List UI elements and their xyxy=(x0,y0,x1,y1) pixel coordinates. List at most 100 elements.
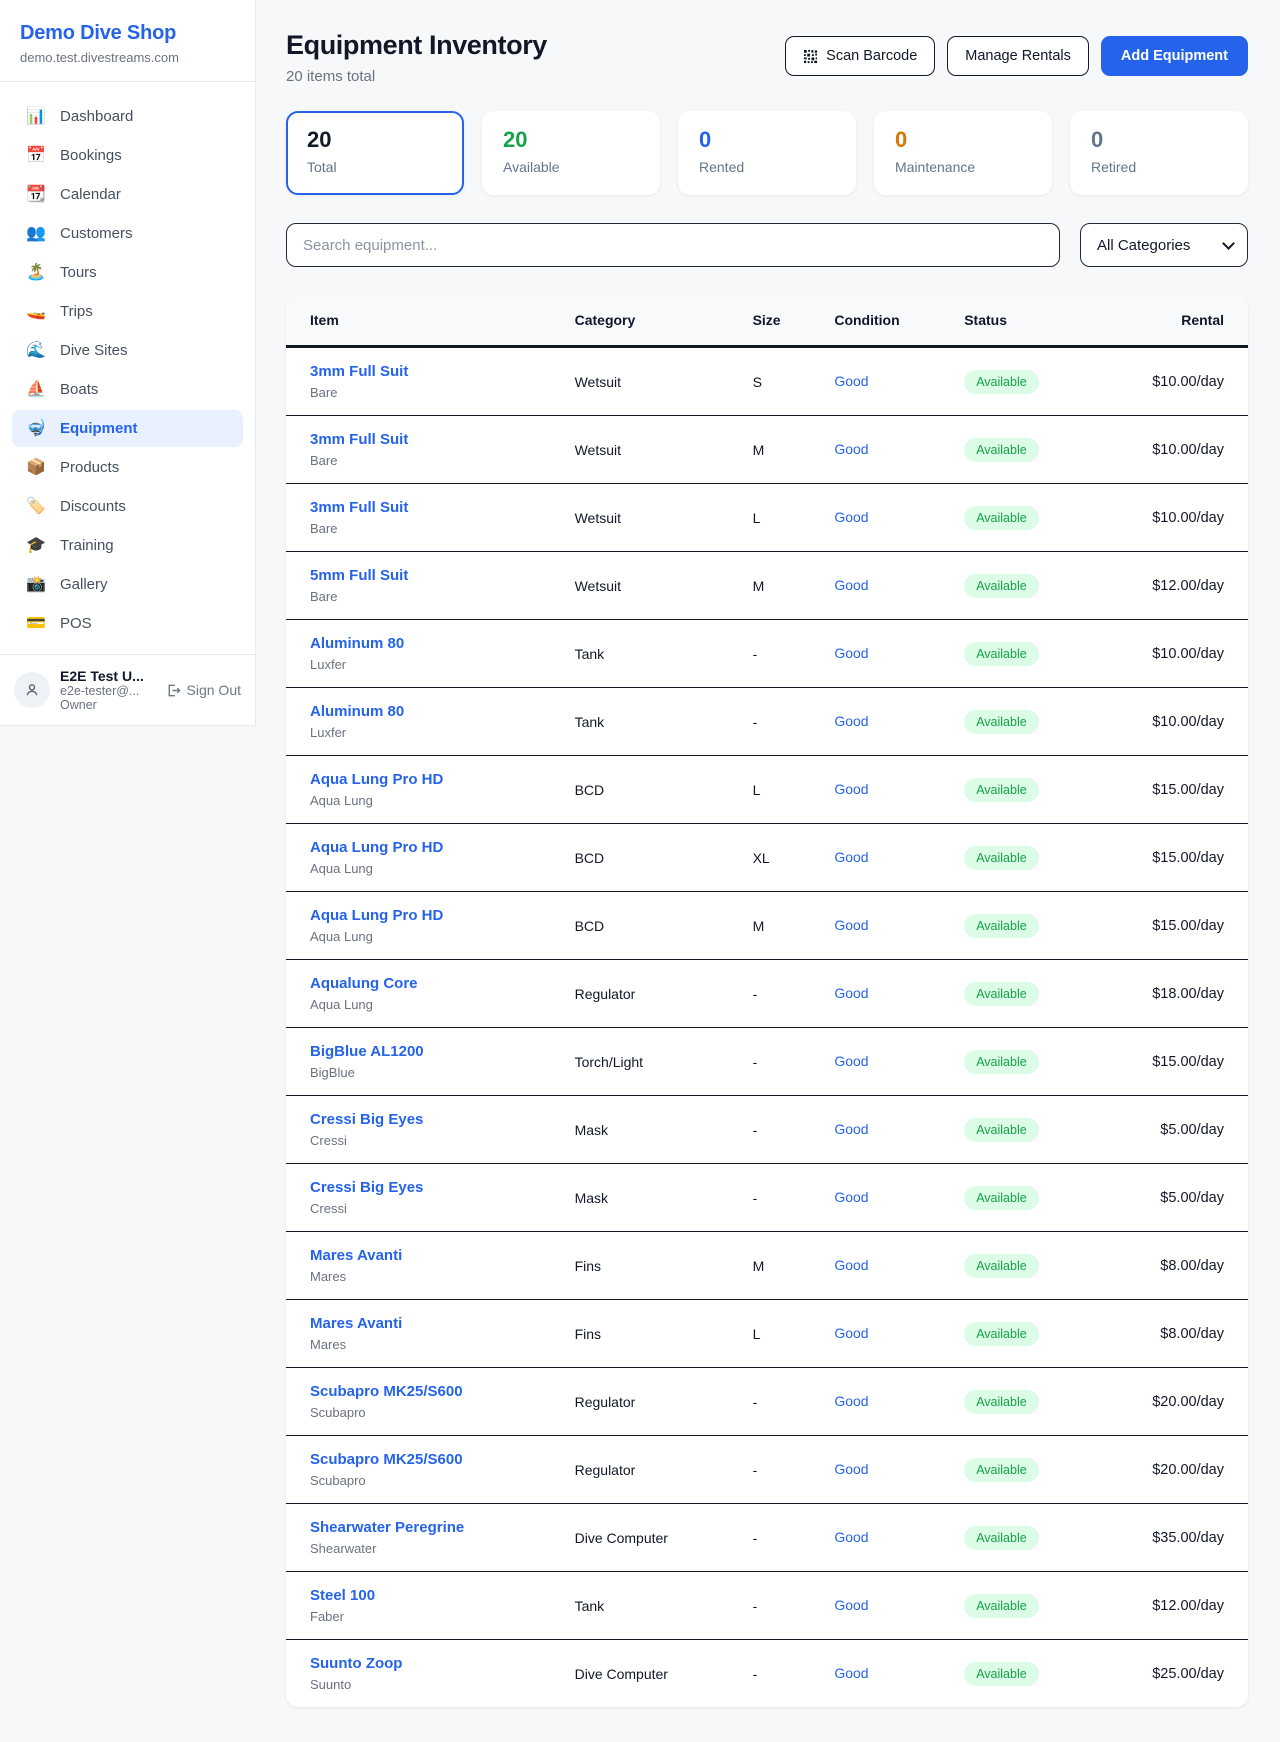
item-name-link[interactable]: Mares Avanti xyxy=(310,1247,402,1264)
item-condition-link[interactable]: Good xyxy=(834,1189,868,1205)
stat-card[interactable]: 20 Total xyxy=(286,111,464,195)
sidebar-item-icon: 📆 xyxy=(26,187,46,203)
item-rental-rate: $15.00/day xyxy=(1133,1027,1248,1095)
search-input[interactable] xyxy=(286,223,1060,267)
item-condition-link[interactable]: Good xyxy=(834,849,868,865)
sidebar-item-dive-sites[interactable]: 🌊 Dive Sites xyxy=(12,332,243,369)
item-size: - xyxy=(753,1639,835,1707)
stat-value: 0 xyxy=(699,127,835,153)
item-name-link[interactable]: 3mm Full Suit xyxy=(310,431,408,448)
item-name-link[interactable]: Cressi Big Eyes xyxy=(310,1111,423,1128)
item-name-link[interactable]: Aluminum 80 xyxy=(310,703,404,720)
item-size: M xyxy=(753,551,835,619)
sidebar-item-dashboard[interactable]: 📊 Dashboard xyxy=(12,98,243,135)
item-name-link[interactable]: Mares Avanti xyxy=(310,1315,402,1332)
add-equipment-button[interactable]: Add Equipment xyxy=(1101,36,1248,76)
brand-name[interactable]: Demo Dive Shop xyxy=(20,22,235,45)
status-badge: Available xyxy=(964,1526,1039,1550)
logout-icon xyxy=(166,683,181,698)
item-condition-link[interactable]: Good xyxy=(834,1393,868,1409)
item-condition-link[interactable]: Good xyxy=(834,509,868,525)
item-condition-link[interactable]: Good xyxy=(834,781,868,797)
category-select[interactable]: All Categories xyxy=(1080,223,1248,267)
sidebar-item-calendar[interactable]: 📆 Calendar xyxy=(12,176,243,213)
item-name-link[interactable]: Aqua Lung Pro HD xyxy=(310,839,443,856)
item-rental-rate: $8.00/day xyxy=(1133,1231,1248,1299)
item-name-link[interactable]: Steel 100 xyxy=(310,1587,375,1604)
item-condition-link[interactable]: Good xyxy=(834,985,868,1001)
sidebar-item-tours[interactable]: 🏝️ Tours xyxy=(12,254,243,291)
item-category: Regulator xyxy=(575,1367,753,1435)
item-name-link[interactable]: Scubapro MK25/S600 xyxy=(310,1451,463,1468)
user-section: E2E Test U... e2e-tester@... Owner Sign … xyxy=(0,654,255,725)
item-condition-link[interactable]: Good xyxy=(834,645,868,661)
item-condition-link[interactable]: Good xyxy=(834,1461,868,1477)
sidebar-item-products[interactable]: 📦 Products xyxy=(12,449,243,486)
status-badge: Available xyxy=(964,1050,1039,1074)
item-condition-link[interactable]: Good xyxy=(834,373,868,389)
sidebar-item-gallery[interactable]: 📸 Gallery xyxy=(12,566,243,603)
item-condition-link[interactable]: Good xyxy=(834,1597,868,1613)
item-rental-rate: $8.00/day xyxy=(1133,1299,1248,1367)
person-icon xyxy=(24,682,40,698)
manage-rentals-button[interactable]: Manage Rentals xyxy=(947,36,1089,76)
sidebar-item-icon: 📦 xyxy=(26,460,46,476)
item-brand: Bare xyxy=(310,385,575,400)
sidebar-item-discounts[interactable]: 🏷️ Discounts xyxy=(12,488,243,525)
item-name-link[interactable]: Aluminum 80 xyxy=(310,635,404,652)
item-name-link[interactable]: 5mm Full Suit xyxy=(310,567,408,584)
sidebar-item-customers[interactable]: 👥 Customers xyxy=(12,215,243,252)
item-condition-link[interactable]: Good xyxy=(834,1325,868,1341)
status-badge: Available xyxy=(964,1254,1039,1278)
item-condition-link[interactable]: Good xyxy=(834,1053,868,1069)
item-category: Fins xyxy=(575,1231,753,1299)
table-row: Scubapro MK25/S600 Scubapro Regulator - … xyxy=(286,1367,1248,1435)
sidebar-item-pos[interactable]: 💳 POS xyxy=(12,605,243,642)
item-condition-link[interactable]: Good xyxy=(834,713,868,729)
item-condition-link[interactable]: Good xyxy=(834,1121,868,1137)
item-category: Tank xyxy=(575,1571,753,1639)
stats-row: 20 Total 20 Available 0 Rented 0 Mainten… xyxy=(286,111,1248,195)
item-name-link[interactable]: Shearwater Peregrine xyxy=(310,1519,464,1536)
sidebar-item-trips[interactable]: 🚤 Trips xyxy=(12,293,243,330)
item-name-link[interactable]: Aqua Lung Pro HD xyxy=(310,907,443,924)
stat-card[interactable]: 0 Retired xyxy=(1070,111,1248,195)
stat-card[interactable]: 0 Maintenance xyxy=(874,111,1052,195)
sidebar-item-label: Products xyxy=(60,459,119,476)
sidebar-item-icon: 🏷️ xyxy=(26,499,46,515)
item-name-link[interactable]: Scubapro MK25/S600 xyxy=(310,1383,463,1400)
item-condition-link[interactable]: Good xyxy=(834,917,868,933)
sign-out-button[interactable]: Sign Out xyxy=(166,682,241,698)
sidebar-item-label: Dive Sites xyxy=(60,342,128,359)
item-rental-rate: $10.00/day xyxy=(1133,687,1248,755)
item-category: Regulator xyxy=(575,959,753,1027)
item-name-link[interactable]: Suunto Zoop xyxy=(310,1655,402,1672)
sidebar-item-label: Gallery xyxy=(60,576,108,593)
item-name-link[interactable]: BigBlue AL1200 xyxy=(310,1043,424,1060)
item-name-link[interactable]: 3mm Full Suit xyxy=(310,499,408,516)
brand-domain: demo.test.divestreams.com xyxy=(20,50,235,65)
sidebar-item-boats[interactable]: ⛵ Boats xyxy=(12,371,243,408)
sidebar-item-label: Equipment xyxy=(60,420,138,437)
item-name-link[interactable]: Cressi Big Eyes xyxy=(310,1179,423,1196)
table-row: Aluminum 80 Luxfer Tank - Good Available… xyxy=(286,619,1248,687)
item-size: - xyxy=(753,1027,835,1095)
scan-barcode-button[interactable]: Scan Barcode xyxy=(785,36,935,76)
item-name-link[interactable]: Aqua Lung Pro HD xyxy=(310,771,443,788)
item-condition-link[interactable]: Good xyxy=(834,577,868,593)
add-equipment-label: Add Equipment xyxy=(1121,48,1228,64)
sidebar-item-equipment[interactable]: 🤿 Equipment xyxy=(12,410,243,447)
sidebar-item-bookings[interactable]: 📅 Bookings xyxy=(12,137,243,174)
item-name-link[interactable]: 3mm Full Suit xyxy=(310,363,408,380)
sidebar-item-training[interactable]: 🎓 Training xyxy=(12,527,243,564)
item-condition-link[interactable]: Good xyxy=(834,1529,868,1545)
status-badge: Available xyxy=(964,1390,1039,1414)
item-rental-rate: $15.00/day xyxy=(1133,823,1248,891)
item-condition-link[interactable]: Good xyxy=(834,441,868,457)
column-header-status: Status xyxy=(964,295,1132,347)
item-condition-link[interactable]: Good xyxy=(834,1257,868,1273)
item-name-link[interactable]: Aqualung Core xyxy=(310,975,418,992)
stat-card[interactable]: 20 Available xyxy=(482,111,660,195)
item-condition-link[interactable]: Good xyxy=(834,1665,868,1681)
stat-card[interactable]: 0 Rented xyxy=(678,111,856,195)
